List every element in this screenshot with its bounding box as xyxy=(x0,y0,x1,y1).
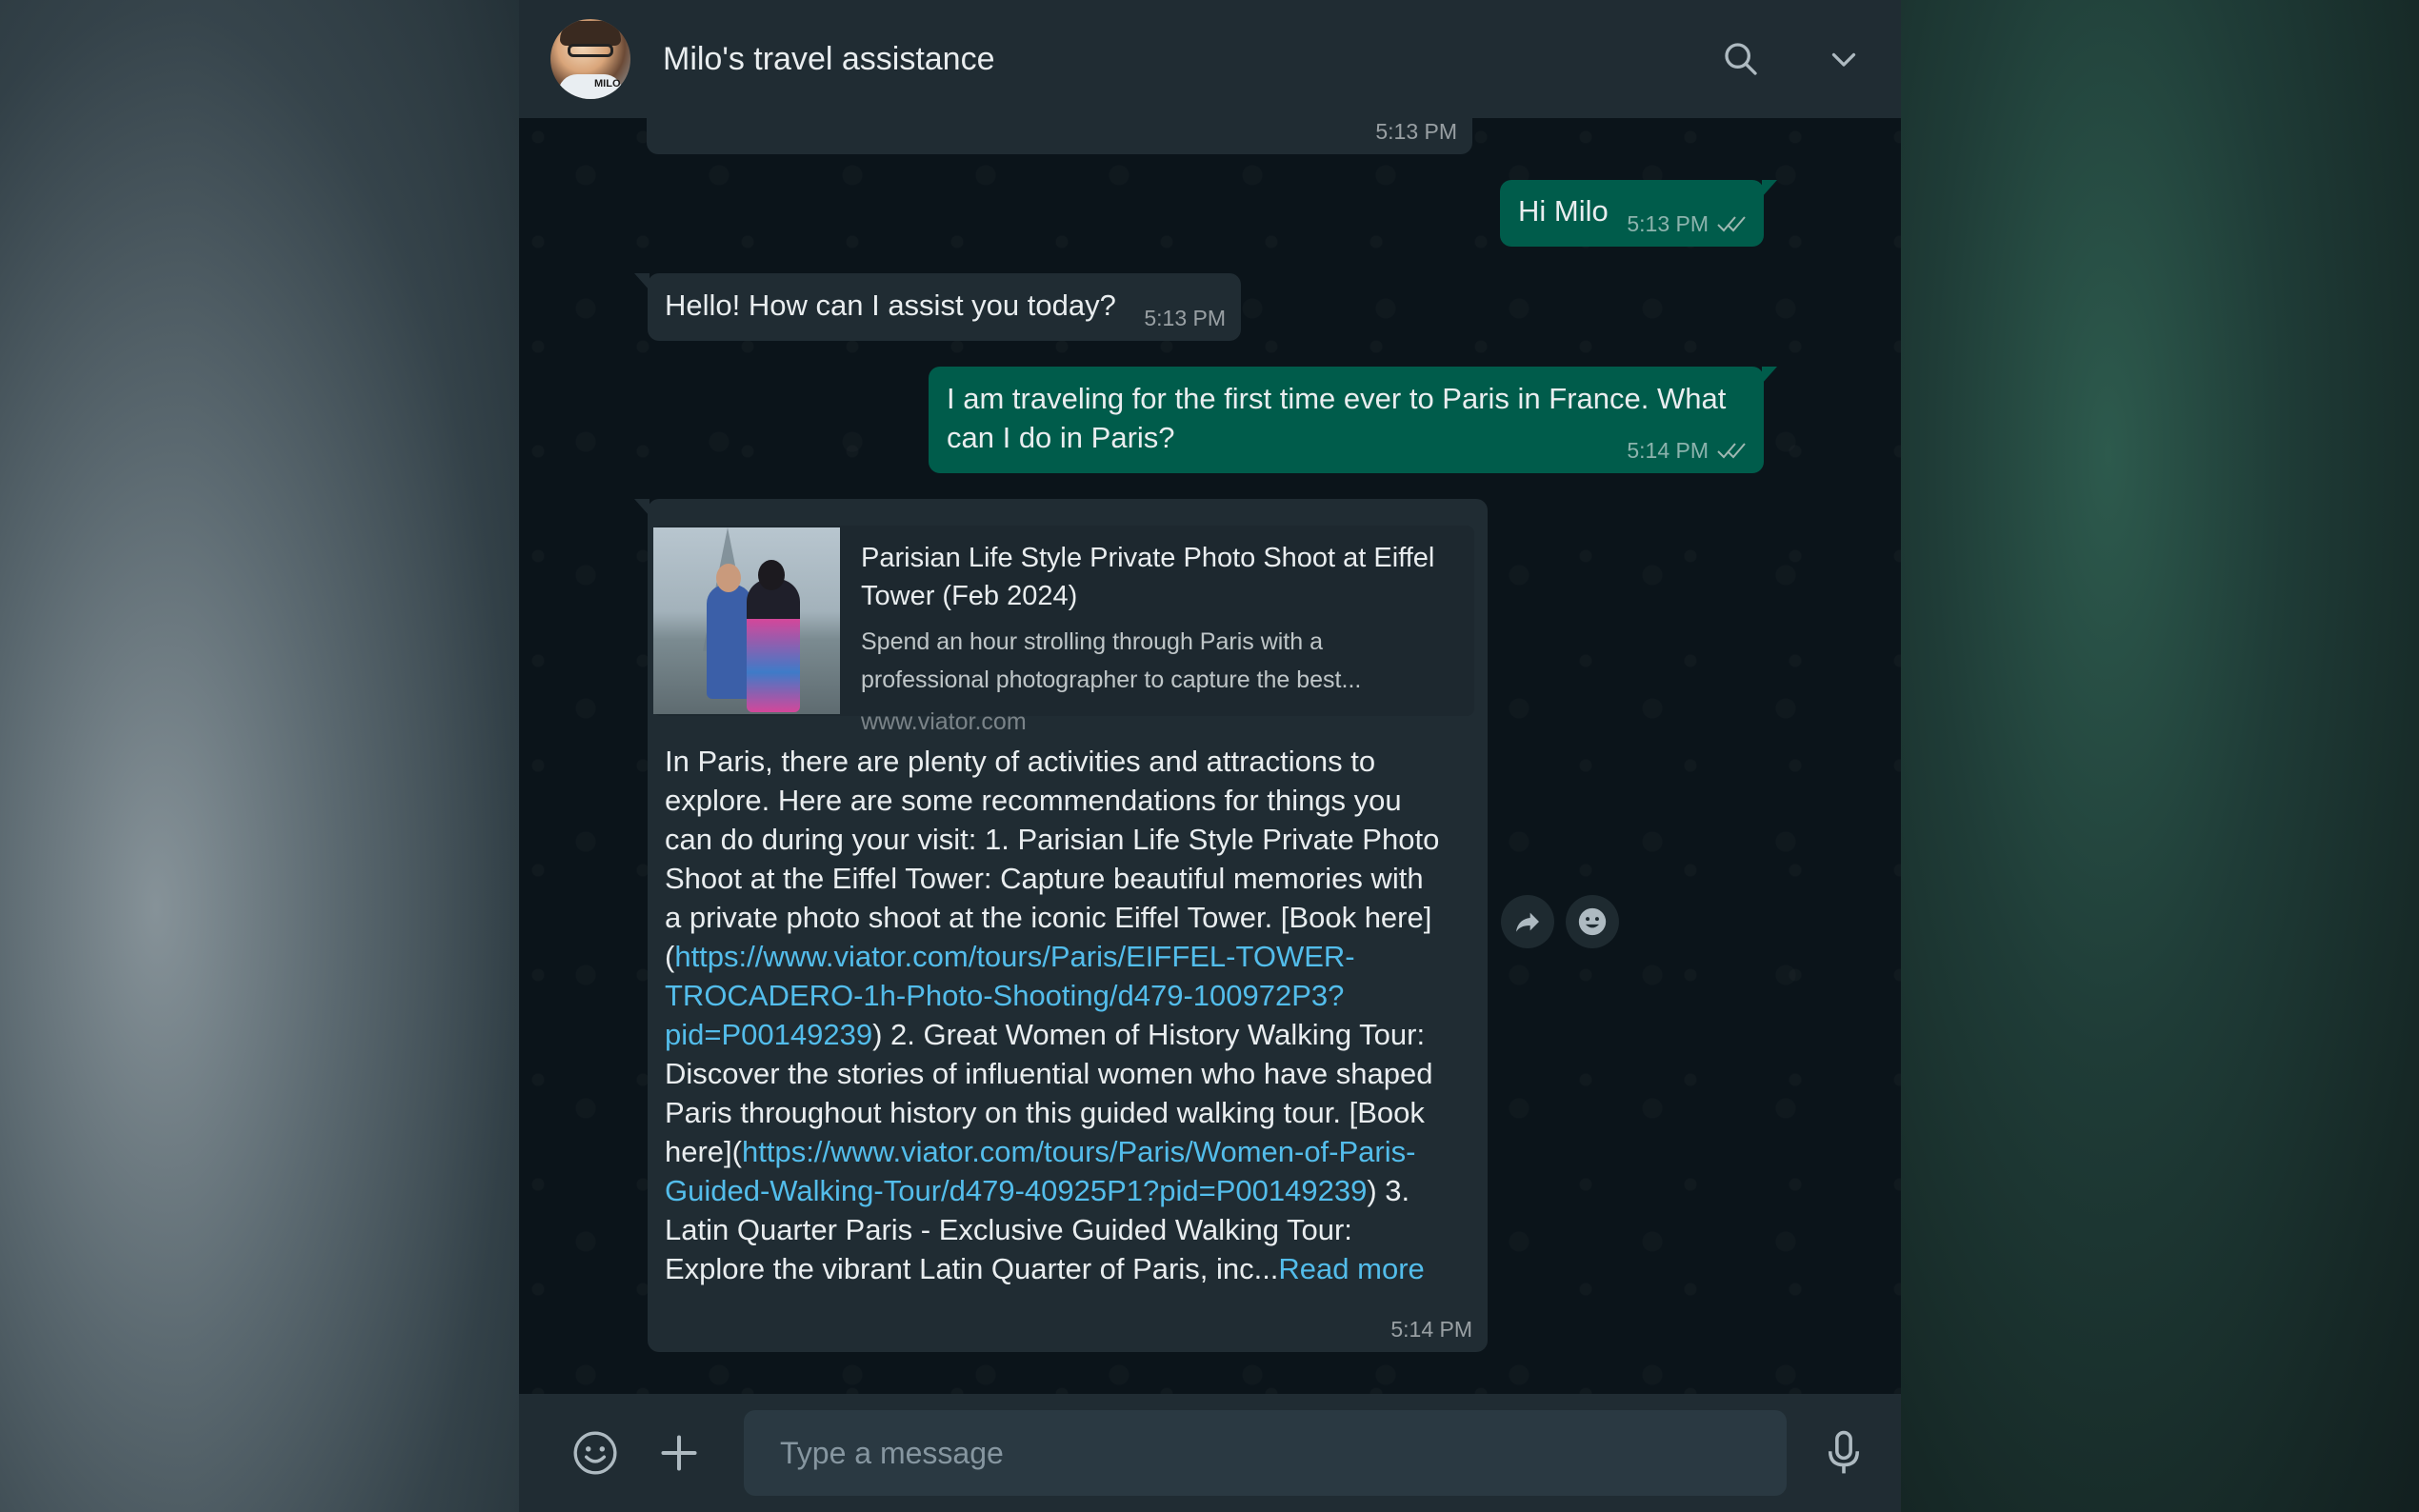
message-text: Hi Milo xyxy=(1518,194,1609,228)
message-incoming: 5:13 PM xyxy=(647,118,1472,154)
forward-icon[interactable] xyxy=(1501,895,1554,948)
contact-avatar[interactable]: MILO xyxy=(550,19,630,99)
message-text-line: pid=P00149239) 2. Great Women of History… xyxy=(665,1015,1484,1054)
message-text: I am traveling for the first time ever t… xyxy=(947,379,1726,457)
url-link[interactable]: https://www.viator.com/tours/Paris/EIFFE… xyxy=(674,940,1354,973)
message-text-line: (https://www.viator.com/tours/Paris/EIFF… xyxy=(665,937,1484,976)
avatar-glasses xyxy=(568,44,613,57)
text-fragment: ( xyxy=(665,940,675,973)
message-meta: 5:14 PM xyxy=(1627,439,1749,462)
message-outgoing: Hi Milo 5:13 PM xyxy=(1500,180,1777,247)
link-preview-title-line: Parisian Life Style Private Photo Shoot … xyxy=(861,543,1435,573)
double-check-icon xyxy=(1717,443,1746,459)
chat-header: MILO Milo's travel assistance xyxy=(519,0,1901,118)
emoji-react-icon[interactable] xyxy=(1566,895,1619,948)
message-list[interactable]: 5:13 PM Hi Milo 5:13 PM Hello! How can I… xyxy=(519,118,1901,1394)
message-time: 5:13 PM xyxy=(1375,119,1457,144)
message-text-line: explore. Here are some recommendations f… xyxy=(665,784,1402,817)
message-time: 5:13 PM xyxy=(1144,306,1226,330)
avatar-badge: MILO xyxy=(594,78,621,90)
url-link[interactable]: Guided-Walking-Tour/d479-40925P1?pid=P00… xyxy=(665,1174,1367,1207)
message-meta: 5:14 PM xyxy=(1390,1318,1472,1341)
message-meta: 5:13 PM xyxy=(1627,212,1749,235)
message-text-line: Explore the vibrant Latin Quarter of Par… xyxy=(665,1249,1484,1288)
url-link[interactable]: TROCADERO-1h-Photo-Shooting/d479-100972P… xyxy=(665,979,1344,1012)
message-incoming: Parisian Life Style Private Photo Shoot … xyxy=(634,499,1488,1352)
chevron-down-icon[interactable] xyxy=(1815,30,1872,88)
link-preview-desc-line: Spend an hour strolling through Paris wi… xyxy=(861,628,1324,655)
link-preview-description: Spend an hour strolling through Paris wi… xyxy=(861,623,1434,699)
text-fragment: here]( xyxy=(665,1135,742,1168)
message-text-line: Latin Quarter Paris - Exclusive Guided W… xyxy=(665,1213,1352,1246)
read-more-link[interactable]: Read more xyxy=(1278,1252,1424,1285)
link-preview-title: Parisian Life Style Private Photo Shoot … xyxy=(861,539,1434,615)
plus-icon[interactable] xyxy=(650,1424,708,1482)
link-preview-text: Parisian Life Style Private Photo Shoot … xyxy=(840,526,1453,735)
chat-title[interactable]: Milo's travel assistance xyxy=(663,41,1667,78)
message-input[interactable]: Type a message xyxy=(744,1410,1787,1496)
link-preview-thumbnail xyxy=(653,527,840,714)
search-icon[interactable] xyxy=(1712,30,1769,88)
background-left xyxy=(0,0,519,1512)
person-head xyxy=(758,560,785,590)
bubble-tail xyxy=(634,499,650,516)
text-fragment: Explore the vibrant Latin Quarter of Par… xyxy=(665,1252,1279,1285)
message-text: Hello! How can I assist you today? xyxy=(665,288,1116,322)
double-check-icon xyxy=(1717,216,1746,232)
message-text-line: a private photo shoot at the iconic Eiff… xyxy=(665,901,1432,934)
message-text: In Paris, there are plenty of activities… xyxy=(665,742,1484,1288)
message-text-line: here](https://www.viator.com/tours/Paris… xyxy=(665,1132,1484,1171)
message-incoming: Hello! How can I assist you today? 5:13 … xyxy=(634,273,1241,341)
emoji-icon[interactable] xyxy=(567,1424,624,1482)
link-preview-title-line: Tower (Feb 2024) xyxy=(861,581,1078,611)
message-time: 5:14 PM xyxy=(1390,1317,1472,1342)
background-right xyxy=(1901,0,2419,1512)
message-text-line: Discover the stories of influential wome… xyxy=(665,1057,1433,1090)
bubble-tail xyxy=(1762,180,1777,197)
text-fragment: ) 3. xyxy=(1367,1174,1410,1207)
message-text-line: can I do in Paris? xyxy=(947,421,1175,454)
link-preview[interactable]: Parisian Life Style Private Photo Shoot … xyxy=(653,526,1474,735)
text-fragment: ) 2. Great Women of History Walking Tour… xyxy=(872,1018,1426,1051)
link-preview-desc-line: professional photographer to capture the… xyxy=(861,666,1362,693)
message-text-line: TROCADERO-1h-Photo-Shooting/d479-100972P… xyxy=(665,976,1484,1015)
message-text-line: I am traveling for the first time ever t… xyxy=(947,382,1727,415)
message-time: 5:13 PM xyxy=(1627,211,1709,236)
microphone-icon[interactable] xyxy=(1815,1424,1872,1482)
message-text-line: In Paris, there are plenty of activities… xyxy=(665,745,1376,778)
bubble-tail xyxy=(634,273,650,290)
message-meta: 5:13 PM xyxy=(1144,307,1226,329)
message-text-line: can do during your visit: 1. Parisian Li… xyxy=(665,823,1440,856)
chat-window: MILO Milo's travel assistance 5:13 PM Hi… xyxy=(519,0,1901,1512)
link-preview-url: www.viator.com xyxy=(861,708,1027,735)
composer: Type a message xyxy=(519,1394,1901,1512)
message-outgoing: I am traveling for the first time ever t… xyxy=(929,367,1777,473)
url-link[interactable]: pid=P00149239 xyxy=(665,1018,872,1051)
message-text-line: Paris throughout history on this guided … xyxy=(665,1096,1425,1129)
message-text-line: Shoot at the Eiffel Tower: Capture beaut… xyxy=(665,862,1424,895)
url-link[interactable]: https://www.viator.com/tours/Paris/Women… xyxy=(742,1135,1415,1168)
avatar-hair xyxy=(560,21,621,46)
person-shape xyxy=(747,579,800,712)
message-text-line: Guided-Walking-Tour/d479-40925P1?pid=P00… xyxy=(665,1171,1484,1210)
person-head xyxy=(716,564,741,592)
bubble-tail xyxy=(1762,367,1777,384)
person-shape xyxy=(707,585,752,699)
message-time: 5:14 PM xyxy=(1627,438,1709,463)
